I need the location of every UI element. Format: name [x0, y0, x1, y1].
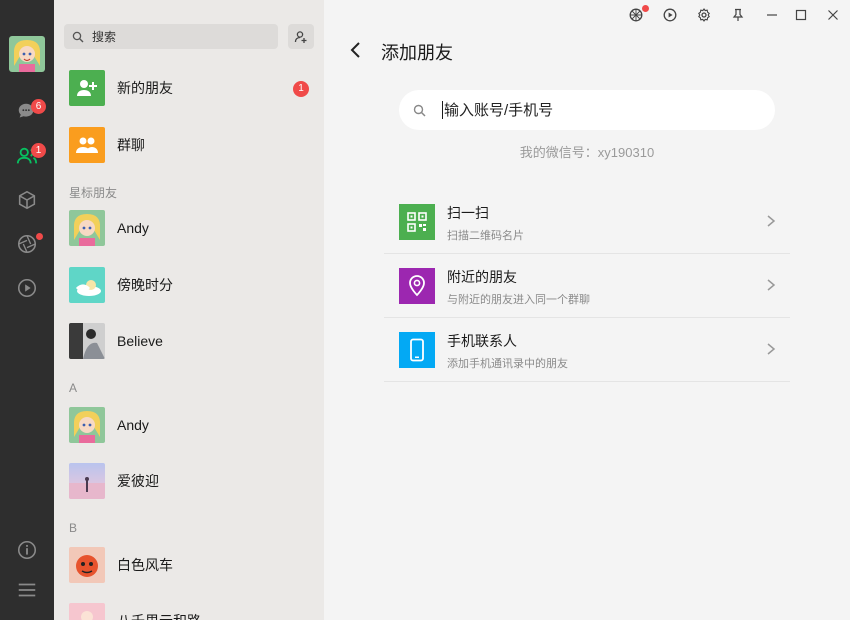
chevron-right-icon — [767, 279, 776, 291]
menu-icon[interactable] — [15, 578, 39, 602]
chats-unread-badge: 6 — [31, 99, 46, 114]
account-search-box[interactable] — [399, 90, 775, 130]
contact-name: Andy — [117, 220, 149, 236]
phone-icon — [399, 332, 435, 368]
contact-row[interactable]: 白色风车 — [54, 537, 324, 593]
avatar — [69, 267, 105, 303]
contact-name: 白色风车 — [117, 557, 173, 573]
qr-scan-icon — [399, 204, 435, 240]
my-avatar[interactable] — [9, 36, 45, 72]
section-starred: 星标朋友 — [69, 186, 118, 200]
avatar — [69, 210, 105, 246]
contact-name: 傍晚时分 — [117, 277, 173, 293]
new-friends-label: 新的朋友 — [117, 80, 173, 96]
text-caret — [442, 101, 443, 119]
minimize-icon[interactable] — [764, 7, 780, 23]
nearby-friends-option[interactable]: 附近的朋友 与附近的朋友进入同一个群聊 — [384, 254, 790, 318]
page-title: 添加朋友 — [381, 43, 453, 63]
search-icon — [413, 104, 426, 117]
avatar — [69, 463, 105, 499]
moments-dot — [36, 233, 43, 240]
location-pin-icon — [399, 268, 435, 304]
option-subtitle: 添加手机通讯录中的朋友 — [447, 358, 568, 370]
contact-row[interactable]: 爱彼迎 — [54, 453, 324, 509]
add-friend-panel: 添加朋友 我的微信号：xy190310 扫一扫 扫描二维码名片 附近的朋友 与附… — [324, 0, 850, 620]
contact-list-panel: 搜索 新的朋友 1 群聊 星标朋友 Andy 傍晚时分 Believe A An… — [54, 0, 324, 620]
pin-icon[interactable] — [730, 7, 746, 23]
contact-name: Andy — [117, 417, 149, 433]
option-title: 附近的朋友 — [447, 269, 517, 285]
mini-program-dot — [642, 5, 649, 12]
contact-row[interactable]: Andy — [54, 200, 324, 256]
account-search-input[interactable] — [444, 90, 744, 130]
add-contact-button[interactable] — [288, 24, 314, 49]
group-chat-label: 群聊 — [117, 137, 145, 153]
contact-name: Believe — [117, 333, 163, 349]
group-chat-icon — [69, 127, 105, 163]
contact-row[interactable]: Believe — [54, 313, 324, 369]
play-icon[interactable] — [662, 7, 678, 23]
contacts-badge: 1 — [31, 143, 46, 158]
maximize-icon[interactable] — [793, 7, 809, 23]
new-friend-icon — [69, 70, 105, 106]
channels-play-icon[interactable] — [15, 276, 39, 300]
chevron-right-icon — [767, 343, 776, 355]
search-placeholder: 搜索 — [92, 30, 117, 44]
new-friends-item[interactable]: 新的朋友 1 — [54, 60, 324, 116]
contact-row[interactable]: Andy — [54, 397, 324, 453]
contact-row[interactable]: 八千里云和路 — [54, 593, 324, 620]
new-friends-badge: 1 — [293, 81, 309, 97]
settings-gear-icon[interactable] — [696, 7, 712, 23]
contact-name: 爱彼迎 — [117, 473, 159, 489]
section-b: B — [69, 521, 78, 535]
favorites-cube-icon[interactable] — [15, 188, 39, 212]
search-icon — [72, 31, 84, 42]
option-title: 手机联系人 — [447, 333, 517, 349]
avatar — [69, 323, 105, 359]
add-person-icon — [294, 30, 307, 43]
contact-name: 八千里云和路 — [117, 593, 201, 620]
group-chat-item[interactable]: 群聊 — [54, 117, 324, 173]
scan-qr-option[interactable]: 扫一扫 扫描二维码名片 — [384, 190, 790, 254]
avatar — [69, 407, 105, 443]
avatar — [69, 547, 105, 583]
contact-row[interactable]: 傍晚时分 — [54, 257, 324, 313]
phone-contacts-option[interactable]: 手机联系人 添加手机通讯录中的朋友 — [384, 318, 790, 382]
avatar — [69, 603, 105, 620]
close-icon[interactable] — [825, 7, 841, 23]
contact-search-box[interactable]: 搜索 — [64, 24, 278, 49]
info-icon[interactable] — [15, 538, 39, 562]
nav-bar: 6 1 — [0, 0, 54, 620]
option-subtitle: 扫描二维码名片 — [447, 230, 524, 242]
option-title: 扫一扫 — [447, 205, 489, 221]
chevron-right-icon — [767, 215, 776, 227]
back-arrow-icon[interactable] — [346, 40, 366, 60]
section-a: A — [69, 381, 78, 395]
option-subtitle: 与附近的朋友进入同一个群聊 — [447, 294, 590, 306]
my-wechat-id: 我的微信号：xy190310 — [519, 145, 655, 160]
